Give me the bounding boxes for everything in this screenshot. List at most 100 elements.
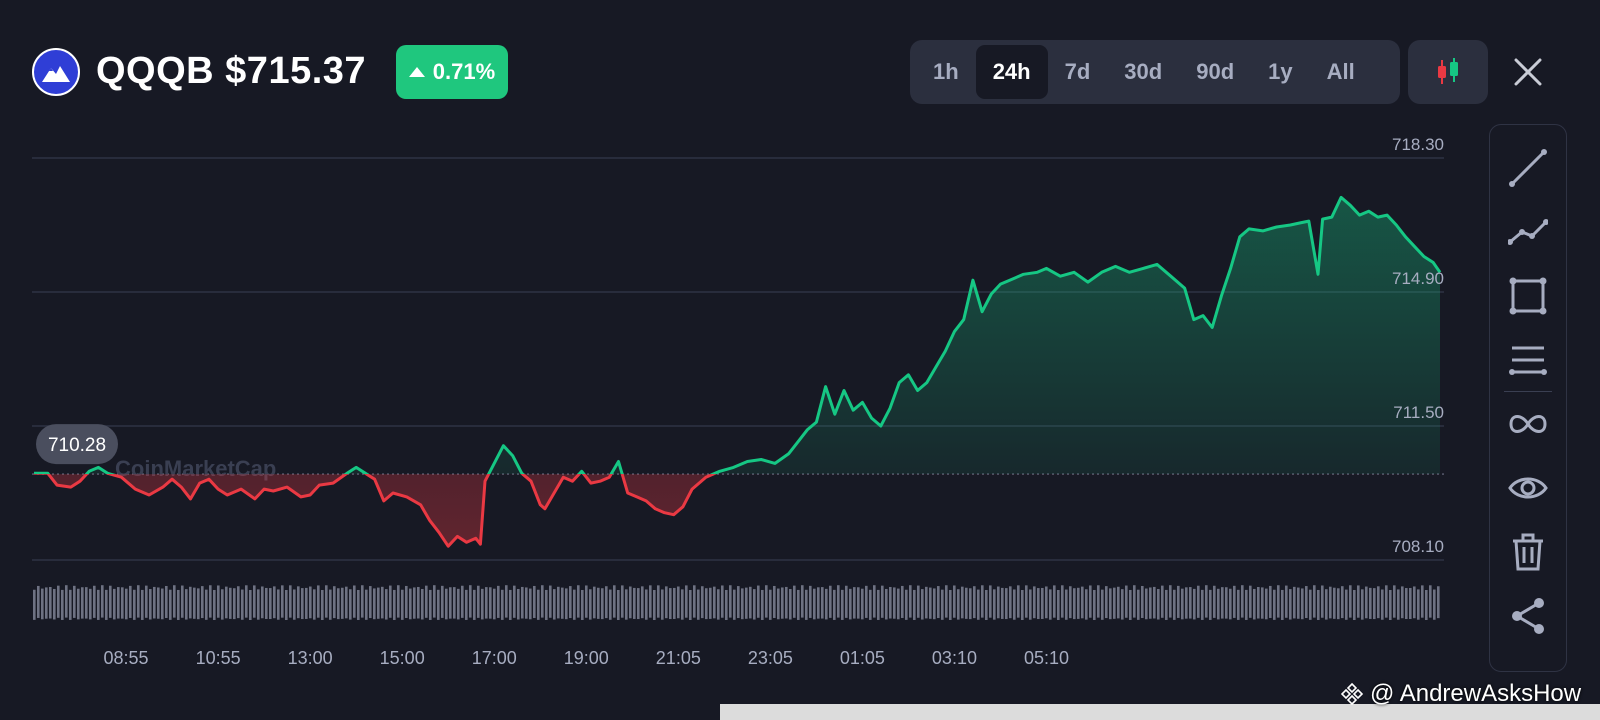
infinite-line-tool[interactable] bbox=[1505, 401, 1551, 447]
volume-bar bbox=[757, 585, 760, 618]
volume-bar bbox=[1157, 589, 1160, 620]
rectangle-tool[interactable] bbox=[1505, 273, 1551, 319]
volume-bar bbox=[609, 589, 612, 620]
volume-bar bbox=[409, 588, 412, 620]
volume-bar bbox=[1285, 585, 1288, 618]
volume-bar bbox=[205, 589, 208, 620]
x-tick-label: 01:05 bbox=[840, 648, 885, 668]
path-tool[interactable] bbox=[1505, 209, 1551, 255]
volume-bar bbox=[709, 587, 712, 619]
fibonacci-tool[interactable] bbox=[1505, 337, 1551, 383]
volume-bar bbox=[821, 587, 824, 619]
volume-bar bbox=[429, 589, 432, 620]
volume-bar bbox=[793, 585, 796, 618]
volume-bar bbox=[1353, 589, 1356, 620]
volume-bar bbox=[141, 589, 144, 620]
volume-bar bbox=[957, 589, 960, 620]
binance-logo-icon bbox=[1340, 682, 1364, 706]
volume-bar bbox=[1101, 589, 1104, 620]
close-icon bbox=[1514, 58, 1542, 86]
volume-bar bbox=[1089, 585, 1092, 618]
volume-bar bbox=[113, 588, 116, 620]
price-title: QQQB $715.37 bbox=[96, 50, 367, 92]
volume-bar bbox=[769, 589, 772, 620]
volume-bar bbox=[1145, 588, 1148, 620]
volume-bar bbox=[229, 587, 232, 619]
x-tick-label: 03:10 bbox=[932, 648, 977, 668]
x-tick-label: 17:00 bbox=[472, 648, 517, 668]
volume-bar bbox=[1153, 586, 1156, 619]
close-button[interactable] bbox=[1506, 50, 1550, 94]
volume-bar bbox=[493, 588, 496, 620]
volume-bar bbox=[293, 589, 296, 620]
price-chart[interactable]: CoinMarketCap 718.30714.90711.50708.1008… bbox=[0, 120, 1480, 680]
volume-bar bbox=[989, 585, 992, 618]
volume-bar bbox=[873, 585, 876, 618]
volume-bar bbox=[1017, 585, 1020, 618]
volume-bar bbox=[753, 589, 756, 620]
delete-tool[interactable] bbox=[1505, 529, 1551, 575]
volume-bar bbox=[813, 588, 816, 620]
volume-bar bbox=[517, 588, 520, 620]
volume-bar bbox=[1081, 586, 1084, 619]
volume-bar bbox=[413, 587, 416, 619]
volume-bar bbox=[901, 585, 904, 618]
volume-bar bbox=[665, 586, 668, 619]
volume-bar bbox=[485, 587, 488, 619]
volume-bar bbox=[1237, 589, 1240, 620]
volume-bar bbox=[633, 587, 636, 619]
volume-bar bbox=[645, 589, 648, 620]
volume-bar bbox=[733, 589, 736, 620]
volume-bar bbox=[165, 585, 168, 618]
volume-bar bbox=[89, 588, 92, 620]
volume-bar bbox=[533, 585, 536, 618]
timeframe-button-all[interactable]: All bbox=[1310, 45, 1372, 99]
volume-bar bbox=[381, 586, 384, 619]
volume-bar bbox=[577, 585, 580, 618]
volume-bar bbox=[129, 585, 132, 618]
volume-bar bbox=[145, 585, 148, 618]
volume-bar bbox=[605, 586, 608, 619]
timeframe-button-7d[interactable]: 7d bbox=[1048, 45, 1108, 99]
visibility-tool[interactable] bbox=[1505, 465, 1551, 511]
volume-bar bbox=[1365, 586, 1368, 619]
volume-bar bbox=[473, 589, 476, 620]
timeframe-button-24h[interactable]: 24h bbox=[975, 45, 1048, 99]
volume-bar bbox=[245, 585, 248, 618]
volume-bar bbox=[905, 589, 908, 620]
volume-bar bbox=[1141, 585, 1144, 618]
timeframe-button-90d[interactable]: 90d bbox=[1179, 45, 1251, 99]
volume-bar bbox=[317, 585, 320, 618]
volume-bar bbox=[1045, 586, 1048, 619]
volume-bar bbox=[613, 585, 616, 618]
volume-bar bbox=[173, 585, 176, 618]
share-tool[interactable] bbox=[1505, 593, 1551, 639]
volume-bar bbox=[1361, 589, 1364, 620]
volume-bar bbox=[57, 585, 60, 618]
volume-bar bbox=[781, 587, 784, 619]
volume-bar bbox=[825, 588, 828, 620]
volume-bar bbox=[557, 586, 560, 619]
rectangle-icon bbox=[1509, 277, 1547, 315]
chart-type-toggle[interactable] bbox=[1408, 40, 1488, 104]
volume-bar bbox=[1213, 585, 1216, 618]
volume-bar bbox=[249, 589, 252, 620]
volume-bar bbox=[969, 588, 972, 620]
trend-line-tool[interactable] bbox=[1505, 145, 1551, 191]
volume-bar bbox=[1297, 587, 1300, 619]
timeframe-button-30d[interactable]: 30d bbox=[1107, 45, 1179, 99]
volume-bar bbox=[581, 589, 584, 620]
volume-bar bbox=[745, 587, 748, 619]
area-layer bbox=[34, 197, 1440, 547]
timeframe-selector: 1h 24h 7d 30d 90d 1y All bbox=[910, 40, 1400, 104]
x-tick-label: 19:00 bbox=[564, 648, 609, 668]
volume-bar bbox=[373, 588, 376, 620]
volume-bar bbox=[945, 585, 948, 618]
volume-bar bbox=[1417, 589, 1420, 620]
timeframe-button-1h[interactable]: 1h bbox=[916, 45, 976, 99]
volume-bar bbox=[1021, 589, 1024, 620]
volume-bar bbox=[965, 587, 968, 619]
timeframe-button-1y[interactable]: 1y bbox=[1251, 45, 1309, 99]
volume-bar bbox=[365, 589, 368, 620]
volume-bar bbox=[125, 588, 128, 620]
